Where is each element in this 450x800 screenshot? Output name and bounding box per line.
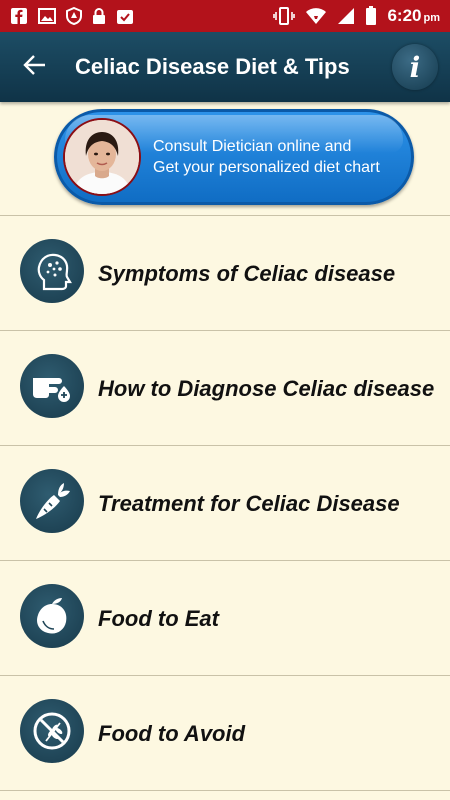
facebook-icon [10, 7, 28, 25]
gallery-icon [38, 8, 56, 24]
menu-item-diagnose[interactable]: How to Diagnose Celiac disease [0, 330, 450, 445]
info-button[interactable]: i [392, 44, 438, 90]
app-bar: Celiac Disease Diet & Tips i [0, 32, 450, 102]
dietician-avatar [63, 118, 141, 196]
banner-line-2: Get your personalized diet chart [153, 159, 380, 176]
wifi-icon [305, 7, 327, 25]
check-icon [116, 7, 134, 25]
menu-item-symptoms[interactable]: Symptoms of Celiac disease [0, 215, 450, 330]
banner-area: Consult Dietician online and Get your pe… [0, 102, 450, 215]
menu-label-treatment: Treatment for Celiac Disease [98, 490, 400, 516]
menu-label-food-to-eat: Food to Eat [98, 605, 219, 631]
menu-item-food-to-avoid[interactable]: Food to Avoid [0, 675, 450, 790]
banner-line-1: Consult Dietician online and [153, 138, 352, 155]
finger-blood-drop-icon [20, 354, 84, 418]
consult-dietician-banner[interactable]: Consult Dietician online and Get your pe… [54, 109, 414, 205]
app-title: Celiac Disease Diet & Tips [75, 54, 350, 79]
clock: 6:20 pm [387, 6, 440, 26]
mango-icon [20, 584, 84, 648]
menu-label-food-to-avoid: Food to Avoid [98, 720, 246, 746]
shield-icon [66, 7, 82, 25]
back-button[interactable] [0, 32, 70, 102]
clock-time: 6:20 [387, 6, 422, 25]
menu-label-diagnose: How to Diagnose Celiac disease [98, 375, 435, 401]
menu-item-treatment[interactable]: Treatment for Celiac Disease [0, 445, 450, 560]
head-symptoms-icon [20, 239, 84, 303]
clock-ampm: pm [423, 12, 441, 24]
banner-text: Consult Dietician online and Get your pe… [153, 136, 380, 178]
signal-icon [337, 7, 355, 25]
battery-icon [365, 6, 377, 26]
menu-label-symptoms: Symptoms of Celiac disease [98, 260, 396, 286]
divider [0, 790, 450, 791]
vibrate-icon [273, 7, 296, 25]
menu-item-food-to-eat[interactable]: Food to Eat [0, 560, 450, 675]
carrot-icon [20, 469, 84, 533]
lock-icon [92, 7, 106, 25]
no-wheat-icon [20, 699, 84, 763]
info-icon: i [409, 50, 421, 84]
status-bar: 6:20 pm [0, 0, 450, 32]
back-arrow-icon [23, 54, 47, 81]
